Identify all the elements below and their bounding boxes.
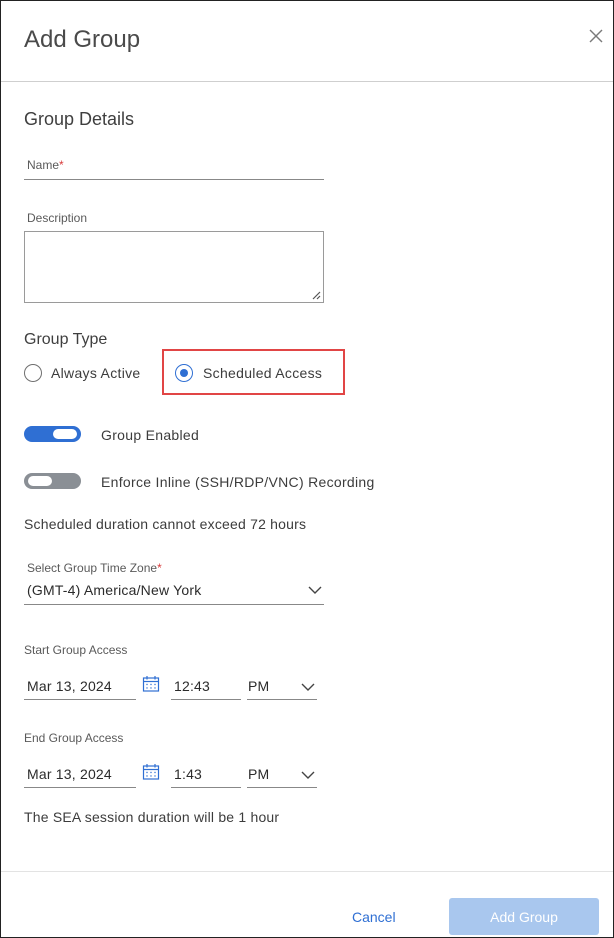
session-duration-note: The SEA session duration will be 1 hour	[24, 809, 280, 825]
description-textarea[interactable]	[24, 231, 324, 303]
start-access-label: Start Group Access	[24, 643, 128, 657]
end-date-value: Mar 13, 2024	[27, 766, 112, 782]
start-date-value: Mar 13, 2024	[27, 678, 112, 694]
group-enabled-toggle[interactable]	[24, 426, 81, 442]
end-ampm-value: PM	[248, 766, 270, 782]
calendar-icon[interactable]	[142, 675, 160, 693]
radio-always-active[interactable]: Always Active	[24, 363, 159, 385]
name-input[interactable]	[24, 161, 324, 180]
radio-label: Scheduled Access	[203, 365, 323, 381]
radio-button-selected-icon[interactable]	[175, 364, 193, 382]
dialog-header: Add Group	[1, 1, 613, 82]
calendar-icon[interactable]	[142, 763, 160, 781]
chevron-down-icon[interactable]	[308, 585, 322, 595]
toggle-knob	[53, 429, 77, 439]
chevron-down-icon[interactable]	[301, 770, 315, 780]
start-date-input[interactable]: Mar 13, 2024	[24, 676, 136, 700]
schedule-limit-note: Scheduled duration cannot exceed 72 hour…	[24, 516, 307, 532]
toggle-knob	[28, 476, 52, 486]
description-label: Description	[27, 211, 88, 225]
start-ampm-select[interactable]: PM	[247, 676, 317, 700]
group-type-heading: Group Type	[24, 331, 108, 348]
required-marker: *	[157, 561, 162, 575]
radio-scheduled-access[interactable]: Scheduled Access	[175, 363, 340, 385]
add-group-dialog: Add Group Group Details Name* Descriptio…	[0, 0, 614, 938]
end-time-input[interactable]: 1:43	[171, 764, 241, 788]
end-access-label: End Group Access	[24, 731, 124, 745]
resize-handle-icon[interactable]	[311, 290, 321, 300]
radio-button-icon[interactable]	[24, 364, 42, 382]
dialog-title: Add Group	[24, 26, 141, 53]
chevron-down-icon[interactable]	[301, 682, 315, 692]
group-enabled-label: Group Enabled	[101, 427, 200, 443]
start-time-input[interactable]: 12:43	[171, 676, 241, 700]
start-time-value: 12:43	[174, 678, 211, 694]
add-group-button[interactable]: Add Group	[449, 898, 599, 935]
radio-label: Always Active	[51, 365, 141, 381]
close-icon[interactable]	[587, 27, 605, 45]
cancel-button[interactable]: Cancel	[352, 909, 396, 925]
end-ampm-select[interactable]: PM	[247, 764, 317, 788]
group-details-heading: Group Details	[24, 109, 135, 129]
timezone-value: (GMT-4) America/New York	[27, 582, 202, 598]
enforce-recording-label: Enforce Inline (SSH/RDP/VNC) Recording	[101, 474, 375, 490]
timezone-select[interactable]: (GMT-4) America/New York	[24, 579, 324, 605]
start-ampm-value: PM	[248, 678, 270, 694]
enforce-recording-toggle[interactable]	[24, 473, 81, 489]
end-time-value: 1:43	[174, 766, 203, 782]
timezone-label: Select Group Time Zone*	[27, 561, 162, 575]
end-date-input[interactable]: Mar 13, 2024	[24, 764, 136, 788]
